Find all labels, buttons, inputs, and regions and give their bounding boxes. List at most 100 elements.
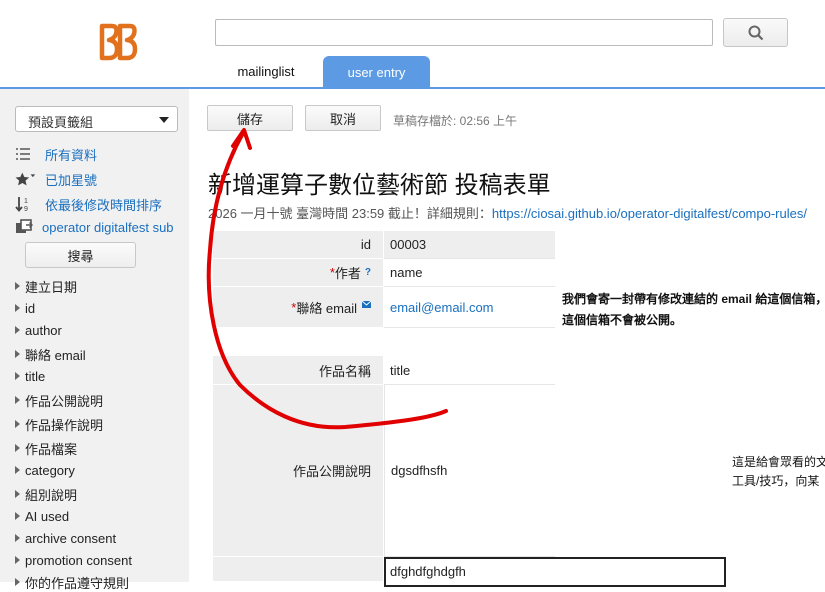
- expand-triangle-icon: [15, 556, 20, 564]
- field-label: 作品公開說明: [25, 393, 104, 409]
- field-item-public-desc[interactable]: 作品公開說明: [15, 391, 103, 409]
- form-link-icon: [15, 219, 35, 235]
- help-icon[interactable]: ?: [365, 267, 371, 278]
- field-item-id[interactable]: id: [15, 299, 35, 317]
- sidebar-item-label: 依最後修改時間排序: [45, 197, 163, 213]
- value-text: dgsdfhsfh: [391, 463, 448, 478]
- public-desc-input[interactable]: dgsdfhsfh: [384, 385, 555, 557]
- author-input[interactable]: name: [384, 259, 555, 287]
- sidebar-item-label: 已加星號: [45, 172, 98, 188]
- field-label: 建立日期: [25, 279, 78, 295]
- operation-desc-input[interactable]: dfghdfghdgfh: [384, 557, 726, 587]
- field-item-rules[interactable]: 你的作品遵守規則: [15, 573, 129, 591]
- sidebar-item-label: 所有資料: [45, 147, 98, 163]
- tab-user-entry[interactable]: user entry: [323, 56, 430, 88]
- sidebar-item-form-link[interactable]: operator digitalfest sub: [15, 217, 182, 237]
- svg-text:1: 1: [24, 198, 28, 205]
- sidebar-item-all-records[interactable]: 所有資料: [15, 144, 97, 164]
- value-text: 00003: [390, 237, 427, 252]
- label-text: 作者: [334, 266, 361, 281]
- search-input[interactable]: [215, 19, 713, 46]
- envelope-icon: [361, 296, 372, 311]
- expand-triangle-icon: [15, 326, 20, 334]
- title-input[interactable]: title: [384, 356, 555, 385]
- note-line: 工具/技巧，向某: [732, 474, 820, 488]
- field-label: archive consent: [25, 530, 117, 546]
- field-item-category[interactable]: category: [15, 461, 75, 479]
- label-text: 聯絡 email: [296, 300, 357, 316]
- expand-triangle-icon: [15, 282, 20, 290]
- field-item-title[interactable]: title: [15, 367, 45, 385]
- caret-down-icon: [159, 117, 169, 123]
- expand-triangle-icon: [15, 490, 20, 498]
- page-title: 新增運算子數位藝術節 投稿表單: [208, 172, 551, 199]
- search-icon: [748, 25, 763, 40]
- sidebar-search-button[interactable]: 搜尋: [25, 242, 136, 268]
- rules-link[interactable]: https://ciosai.github.io/operator-digita…: [492, 206, 807, 221]
- form-label-author: * 作者?: [213, 259, 383, 287]
- form-description-text: 2026 一月十號 臺灣時間 23:59 截止！詳細規則：: [208, 206, 492, 221]
- expand-triangle-icon: [15, 304, 20, 312]
- sidebar-item-sort-modified[interactable]: 19 依最後修改時間排序: [15, 194, 162, 214]
- form-label-public-desc: 作品公開說明: [213, 385, 383, 557]
- field-label: AI used: [25, 508, 70, 524]
- field-item-author[interactable]: author: [15, 321, 62, 339]
- email-input[interactable]: email@email.com: [384, 287, 555, 328]
- tab-mailinglist[interactable]: mailinglist: [210, 56, 322, 87]
- form-label-email: * 聯絡 email: [213, 287, 383, 328]
- field-label: promotion consent: [25, 552, 132, 568]
- field-label: 組別說明: [25, 487, 78, 503]
- value-text: title: [390, 362, 411, 378]
- sidebar-item-label: operator digitalfest sub: [42, 219, 174, 235]
- expand-triangle-icon: [15, 466, 20, 474]
- field-item-operation-desc[interactable]: 作品操作說明: [15, 415, 103, 433]
- label-text: 作品名稱: [318, 363, 371, 379]
- field-item-email[interactable]: 聯絡 email: [15, 345, 86, 363]
- app-logo[interactable]: [96, 20, 142, 64]
- svg-text:9: 9: [24, 206, 28, 212]
- email-note: 我們會寄一封帶有修改連結的 email 給這個信箱，這個信箱不會被公開。: [562, 292, 825, 327]
- form-description: 2026 一月十號 臺灣時間 23:59 截止！詳細規則：https://cio…: [208, 203, 807, 222]
- form-label-operation-desc: [213, 557, 383, 582]
- list-icon: [15, 147, 37, 161]
- cancel-button[interactable]: 取消: [305, 105, 381, 131]
- field-item-file[interactable]: 作品檔案: [15, 439, 77, 457]
- expand-triangle-icon: [15, 420, 20, 428]
- label-text: 作品公開說明: [292, 464, 371, 479]
- expand-triangle-icon: [15, 512, 20, 520]
- bookmark-group-label: 預設頁籤組: [28, 115, 94, 130]
- field-item-archive-consent[interactable]: archive consent: [15, 529, 116, 547]
- expand-triangle-icon: [15, 372, 20, 380]
- field-label: 你的作品遵守規則: [25, 575, 130, 591]
- field-label: 作品檔案: [25, 441, 78, 457]
- note-line: 這是給會眾看的文: [732, 455, 825, 469]
- field-item-created[interactable]: 建立日期: [15, 277, 77, 295]
- expand-triangle-icon: [15, 444, 20, 452]
- field-item-ai-used[interactable]: AI used: [15, 507, 69, 525]
- save-button[interactable]: 儲存: [207, 105, 293, 131]
- form-value-id: 00003: [384, 231, 555, 259]
- expand-triangle-icon: [15, 350, 20, 358]
- search-button[interactable]: [723, 18, 788, 47]
- expand-triangle-icon: [15, 396, 20, 404]
- field-label: 聯絡 email: [25, 347, 86, 363]
- expand-triangle-icon: [15, 534, 20, 542]
- field-item-promotion-consent[interactable]: promotion consent: [15, 551, 132, 569]
- field-label: id: [25, 300, 36, 316]
- label-text: id: [360, 237, 371, 252]
- field-label: title: [25, 368, 46, 384]
- field-label: 作品操作說明: [25, 417, 104, 433]
- value-text: email@email.com: [390, 299, 494, 315]
- bookmark-group-select[interactable]: 預設頁籤組: [15, 106, 178, 132]
- draft-saved-status: 草稿存檔於: 02:56 上午: [393, 114, 518, 128]
- public-desc-note: 這是給會眾看的文 工具/技巧，向某: [732, 453, 825, 491]
- expand-triangle-icon: [15, 578, 20, 586]
- field-label: author: [25, 322, 62, 338]
- star-icon: [15, 171, 37, 187]
- field-label: category: [25, 462, 75, 478]
- value-text: name: [390, 265, 423, 280]
- form-label-id: id: [213, 231, 383, 259]
- sort-icon: 19: [15, 196, 37, 212]
- field-item-group-desc[interactable]: 組別說明: [15, 485, 77, 503]
- sidebar-item-starred[interactable]: 已加星號: [15, 169, 97, 189]
